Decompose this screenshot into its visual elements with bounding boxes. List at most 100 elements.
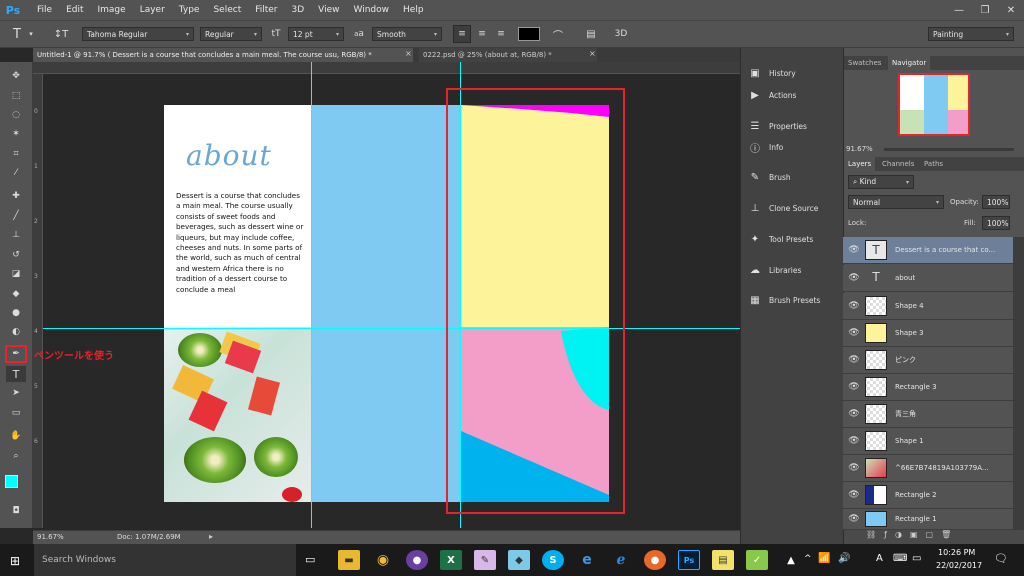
eye-icon[interactable]: 👁	[843, 514, 865, 524]
layer-row[interactable]: 👁 Rectangle 1	[843, 509, 1013, 530]
layer-row[interactable]: 👁 Shape 3	[843, 320, 1013, 347]
menu-type[interactable]: Type	[179, 5, 200, 15]
layer-row[interactable]: 👁 Shape 4	[843, 293, 1013, 320]
notifications-icon[interactable]: 🗨	[994, 552, 1008, 565]
tab-0222[interactable]: 0222.psd @ 25% (about at, RGB/8) *	[419, 48, 597, 62]
file-explorer-icon[interactable]: ▬	[338, 550, 360, 570]
menu-3d[interactable]: 3D	[292, 5, 305, 15]
layer-row[interactable]: 👁 Rectangle 3	[843, 374, 1013, 401]
text-color-swatch[interactable]	[518, 27, 540, 41]
rectangle-tool-icon[interactable]: ▭	[6, 405, 26, 421]
crop-tool-icon[interactable]: ⌗	[6, 146, 26, 162]
minimize-icon[interactable]: —	[946, 0, 972, 20]
paint-icon[interactable]: ✎	[474, 550, 496, 570]
ime-icon[interactable]: ⌨	[893, 553, 907, 564]
dock-brush[interactable]: ✎ Brush	[741, 164, 844, 190]
layer-row[interactable]: 👁 ピンク	[843, 347, 1013, 374]
layer-row[interactable]: 👁 青三角	[843, 401, 1013, 428]
tab-channels[interactable]: Channels	[878, 157, 918, 171]
character-panel-icon[interactable]: ▤	[582, 26, 600, 42]
blend-mode-select[interactable]: Normal ▾	[848, 195, 944, 209]
clock-date[interactable]: 22/02/2017	[936, 561, 982, 570]
move-tool-icon[interactable]: ✥	[6, 68, 26, 84]
dock-clone-source[interactable]: ⊥ Clone Source	[741, 195, 844, 221]
font-family-select[interactable]: Tahoma Regular ▾	[82, 27, 194, 41]
close-icon[interactable]: ×	[589, 49, 596, 58]
photoshop-taskbar-icon[interactable]: Ps	[678, 550, 700, 570]
guide-vertical[interactable]	[311, 62, 312, 528]
close-icon[interactable]: ✕	[998, 0, 1024, 20]
excel-icon[interactable]: X	[440, 550, 462, 570]
eye-icon[interactable]: 👁	[843, 245, 865, 255]
eyedropper-tool-icon[interactable]: ⁄	[6, 165, 26, 181]
chevron-down-icon[interactable]: ▾	[26, 26, 36, 42]
menu-help[interactable]: Help	[403, 5, 424, 15]
internet-explorer-icon[interactable]: ℯ	[610, 550, 632, 570]
dodge-tool-icon[interactable]: ◐	[6, 324, 26, 340]
app-icon[interactable]: ●	[406, 550, 428, 570]
opacity-field[interactable]: 100%	[982, 195, 1010, 209]
menu-edit[interactable]: Edit	[66, 5, 83, 15]
app-icon[interactable]: ◆	[508, 550, 530, 570]
align-right-icon[interactable]: ≡	[492, 25, 510, 43]
eye-icon[interactable]: 👁	[843, 382, 865, 392]
anti-alias-select[interactable]: Smooth ▾	[372, 27, 442, 41]
chrome-icon[interactable]: ◉	[372, 550, 394, 570]
layer-row[interactable]: 👁 T Dessert is a course that co...	[843, 237, 1013, 264]
brush-tool-icon[interactable]: ╱	[6, 208, 26, 224]
eye-icon[interactable]: 👁	[843, 328, 865, 338]
dock-info[interactable]: ⓘ Info	[741, 134, 844, 160]
layer-row[interactable]: 👁 Rectangle 2	[843, 482, 1013, 509]
text-orientation-icon[interactable]: ↕T	[52, 26, 70, 42]
pen-tool-icon[interactable]: ✒	[5, 345, 27, 363]
firefox-icon[interactable]: ●	[644, 550, 666, 570]
layers-scrollbar[interactable]	[1013, 237, 1024, 530]
menu-window[interactable]: Window	[354, 5, 390, 15]
paint-bucket-tool-icon[interactable]: ◆	[6, 286, 26, 302]
align-left-icon[interactable]: ≡	[453, 25, 471, 43]
tray-chevron-icon[interactable]: ^	[804, 554, 812, 564]
font-size-select[interactable]: 12 pt ▾	[288, 27, 344, 41]
eye-icon[interactable]: 👁	[843, 463, 865, 473]
guide-horizontal[interactable]	[43, 328, 740, 329]
quick-mask-icon[interactable]: ◘	[6, 503, 26, 519]
tab-layers[interactable]: Layers	[844, 157, 876, 171]
healing-brush-tool-icon[interactable]: ✚	[6, 188, 26, 204]
marquee-tool-icon[interactable]: ⬚	[6, 88, 26, 104]
zoom-level[interactable]: 91.67%	[37, 533, 64, 541]
eye-icon[interactable]: 👁	[843, 301, 865, 311]
menu-layer[interactable]: Layer	[140, 5, 165, 15]
clock-time[interactable]: 10:26 PM	[938, 548, 975, 557]
dock-tool-presets[interactable]: ✦ Tool Presets	[741, 226, 844, 252]
edge-icon[interactable]: e	[576, 550, 598, 570]
menu-select[interactable]: Select	[213, 5, 241, 15]
volume-icon[interactable]: 🔊	[838, 553, 850, 564]
eraser-tool-icon[interactable]: ◪	[6, 266, 26, 282]
eye-icon[interactable]: 👁	[843, 409, 865, 419]
zoom-tool-icon[interactable]: ⌕	[6, 448, 26, 464]
ruler-vertical[interactable]: 0 1 2 3 4 5 6	[33, 74, 43, 528]
history-brush-tool-icon[interactable]: ↺	[6, 247, 26, 263]
app-icon[interactable]: ✓	[746, 550, 768, 570]
3d-button[interactable]: 3D	[612, 26, 630, 42]
ruler-horizontal[interactable]	[33, 62, 740, 74]
keyboard-icon[interactable]: ▭	[912, 553, 921, 564]
eye-icon[interactable]: 👁	[843, 490, 865, 500]
eye-icon[interactable]: 👁	[843, 273, 865, 283]
language-indicator[interactable]: A	[876, 553, 883, 564]
align-center-icon[interactable]: ≡	[473, 25, 491, 43]
layer-row[interactable]: 👁 ^66E7B74819A103779A...	[843, 455, 1013, 482]
sticky-notes-icon[interactable]: ▤	[712, 550, 734, 570]
navigator-preview[interactable]	[898, 73, 970, 136]
foreground-color-swatch[interactable]	[5, 475, 18, 488]
type-tool-icon[interactable]: T	[6, 366, 26, 382]
dock-actions[interactable]: ▶ Actions	[741, 82, 844, 108]
navigator-zoom-slider[interactable]	[884, 148, 1014, 151]
menu-view[interactable]: View	[318, 5, 339, 15]
clone-stamp-tool-icon[interactable]: ⊥	[6, 227, 26, 243]
menu-filter[interactable]: Filter	[255, 5, 277, 15]
type-tool-icon[interactable]: T	[8, 26, 26, 42]
task-view-icon[interactable]: ▭	[305, 553, 315, 566]
dock-brush-presets[interactable]: ▦ Brush Presets	[741, 287, 844, 313]
lasso-tool-icon[interactable]: ◌	[6, 107, 26, 123]
